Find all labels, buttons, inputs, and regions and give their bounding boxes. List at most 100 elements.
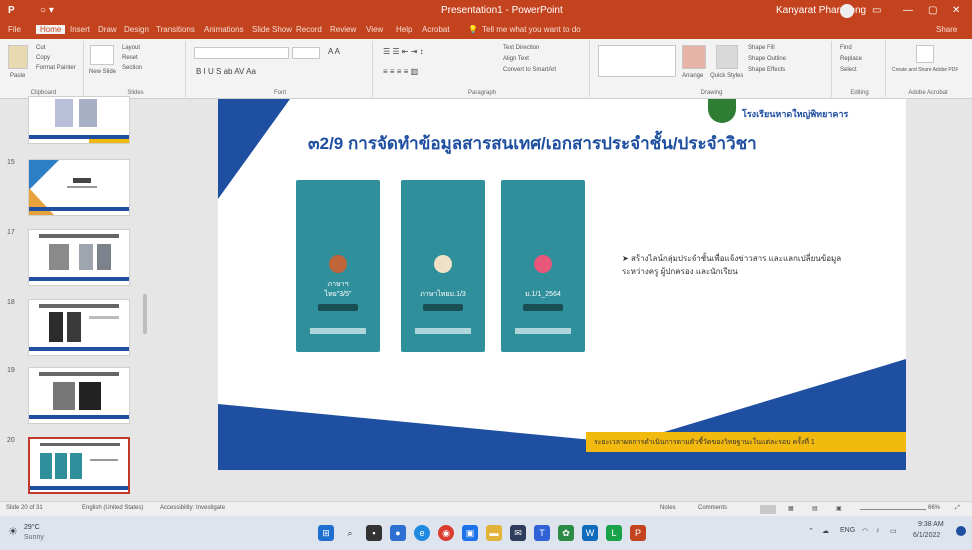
tab-help[interactable]: Help xyxy=(396,25,412,34)
shape-effects-button[interactable]: Shape Effects xyxy=(748,67,785,73)
weather-text[interactable]: Sunny xyxy=(24,534,44,541)
tab-insert[interactable]: Insert xyxy=(70,25,90,34)
ribbon-display-icon[interactable]: ▭ xyxy=(872,5,881,16)
notification-icon[interactable] xyxy=(956,526,966,536)
maximize-icon[interactable]: ▢ xyxy=(928,5,937,16)
battery-icon[interactable]: ▭ xyxy=(890,527,897,535)
align-icon[interactable]: ≡ ≡ ≡ ≡ ▥ xyxy=(383,67,418,76)
volume-icon[interactable]: ♪ xyxy=(876,527,880,534)
tab-slide-show[interactable]: Slide Show xyxy=(252,25,292,34)
language-indicator[interactable]: ENG xyxy=(840,527,855,534)
slide-thumbnail[interactable] xyxy=(28,159,130,216)
align-text-button[interactable]: Align Text xyxy=(503,56,529,62)
format-painter-button[interactable]: Format Painter xyxy=(36,65,76,71)
create-pdf-button[interactable]: Create and Share Adobe PDF xyxy=(892,67,958,73)
copy-button[interactable]: Copy xyxy=(36,55,50,61)
tray-chevron-icon[interactable]: ⌃ xyxy=(808,527,814,535)
tab-view[interactable]: View xyxy=(366,25,383,34)
grow-font-icon[interactable]: A A xyxy=(328,47,340,56)
tab-home[interactable]: Home xyxy=(36,25,66,34)
tray-cloud-icon[interactable]: ☁ xyxy=(822,527,829,535)
reset-button[interactable]: Reset xyxy=(122,55,138,61)
reading-view-icon[interactable]: ▤ xyxy=(812,505,818,512)
tab-review[interactable]: Review xyxy=(330,25,356,34)
bold-italic-underline-icon[interactable]: B I U S ab AV Aa xyxy=(196,67,256,76)
slide-thumbnail[interactable] xyxy=(28,96,130,144)
minimize-icon[interactable]: — xyxy=(903,5,913,16)
arrange-icon[interactable] xyxy=(682,45,706,69)
font-size-field[interactable] xyxy=(292,47,320,59)
find-button[interactable]: Find xyxy=(840,45,852,51)
file-explorer-icon[interactable]: ▬ xyxy=(486,525,502,541)
section-button[interactable]: Section xyxy=(122,65,142,71)
notes-button[interactable]: Notes xyxy=(660,505,676,511)
app-icon[interactable]: ✿ xyxy=(558,525,574,541)
paste-button[interactable]: Paste xyxy=(10,73,25,79)
tab-acrobat[interactable]: Acrobat xyxy=(422,25,450,34)
slide-canvas[interactable]: โรงเรียนหาดใหญ่พิทยาคาร ๓2/9 การจัดทำข้อ… xyxy=(218,99,906,470)
avatar[interactable] xyxy=(840,4,854,18)
slide-thumbnail[interactable] xyxy=(28,367,130,424)
zoom-level[interactable]: 66% xyxy=(928,505,940,511)
tell-me-search[interactable]: Tell me what you want to do xyxy=(482,25,581,34)
zoom-slider[interactable] xyxy=(860,509,926,510)
search-icon[interactable]: ⌕ xyxy=(342,525,358,541)
bullets-icon[interactable]: ☰ ☰ ⇤ ⇥ ↕ xyxy=(383,47,424,56)
fit-slide-icon[interactable]: ⤢ xyxy=(955,505,960,512)
tab-draw[interactable]: Draw xyxy=(98,25,117,34)
language-status[interactable]: English (United States) xyxy=(82,505,143,511)
replace-button[interactable]: Replace xyxy=(840,56,862,62)
teams-icon[interactable]: T xyxy=(534,525,550,541)
tab-transitions[interactable]: Transitions xyxy=(156,25,195,34)
footer-banner[interactable]: ระยะเวลาผลการดำเนินการตามตัวชี้วัดของวิท… xyxy=(586,432,906,452)
pdf-icon[interactable] xyxy=(916,45,934,63)
phone-screenshot[interactable]: ภาษาฯ ไทย"3/5" xyxy=(296,180,380,352)
cut-button[interactable]: Cut xyxy=(36,45,45,51)
slideshow-icon[interactable]: ▣ xyxy=(836,505,842,512)
line-icon[interactable]: L xyxy=(606,525,622,541)
shape-fill-button[interactable]: Shape Fill xyxy=(748,45,775,51)
tab-animations[interactable]: Animations xyxy=(204,25,244,34)
store-icon[interactable]: ▣ xyxy=(462,525,478,541)
new-slide-icon[interactable] xyxy=(90,45,114,65)
chrome-icon[interactable]: ◉ xyxy=(438,525,454,541)
wifi-icon[interactable]: ◠ xyxy=(862,527,868,535)
quick-styles-icon[interactable] xyxy=(716,45,738,69)
shapes-gallery[interactable] xyxy=(598,45,676,77)
select-button[interactable]: Select xyxy=(840,67,857,73)
edge-icon[interactable]: e xyxy=(414,525,430,541)
slide-thumbnail[interactable] xyxy=(28,299,130,356)
slide-title[interactable]: ๓2/9 การจัดทำข้อมูลสารสนเทศ/เอกสารประจำช… xyxy=(308,130,757,157)
close-icon[interactable]: ✕ xyxy=(952,5,960,16)
new-slide-button[interactable]: New Slide xyxy=(89,69,116,75)
panel-scrollbar[interactable] xyxy=(143,294,147,334)
text-direction-button[interactable]: Text Direction xyxy=(503,45,539,51)
phone-screenshot[interactable]: ม.1/1_2564 xyxy=(501,180,585,352)
phone-screenshot[interactable]: ภาษาไทยม.1/3 xyxy=(401,180,485,352)
share-button[interactable]: Share xyxy=(936,25,957,34)
tab-file[interactable]: File xyxy=(8,25,21,34)
clock-time[interactable]: 9:38 AM xyxy=(918,521,944,528)
quick-styles-button[interactable]: Quick Styles xyxy=(710,73,743,79)
powerpoint-icon[interactable]: P xyxy=(630,525,646,541)
clock-date[interactable]: 6/1/2022 xyxy=(913,532,940,539)
paste-icon[interactable] xyxy=(8,45,28,69)
font-name-field[interactable] xyxy=(194,47,289,59)
task-view-icon[interactable]: ▪ xyxy=(366,525,382,541)
slide-thumbnail-selected[interactable] xyxy=(28,437,130,494)
tab-record[interactable]: Record xyxy=(296,25,322,34)
chat-icon[interactable]: ● xyxy=(390,525,406,541)
tab-design[interactable]: Design xyxy=(124,25,149,34)
layout-button[interactable]: Layout xyxy=(122,45,140,51)
slide-thumbnail[interactable] xyxy=(28,229,130,286)
convert-smartart-button[interactable]: Convert to SmartArt xyxy=(503,67,556,73)
normal-view-icon[interactable] xyxy=(760,505,776,514)
arrange-button[interactable]: Arrange xyxy=(682,73,703,79)
weather-temp[interactable]: 29°C xyxy=(24,524,40,531)
slide-sorter-icon[interactable]: ▦ xyxy=(788,505,794,512)
accessibility-status[interactable]: Accessibility: Investigate xyxy=(160,505,225,511)
shape-outline-button[interactable]: Shape Outline xyxy=(748,56,786,62)
start-icon[interactable]: ⊞ xyxy=(318,525,334,541)
word-icon[interactable]: W xyxy=(582,525,598,541)
comments-button[interactable]: Comments xyxy=(698,505,727,511)
